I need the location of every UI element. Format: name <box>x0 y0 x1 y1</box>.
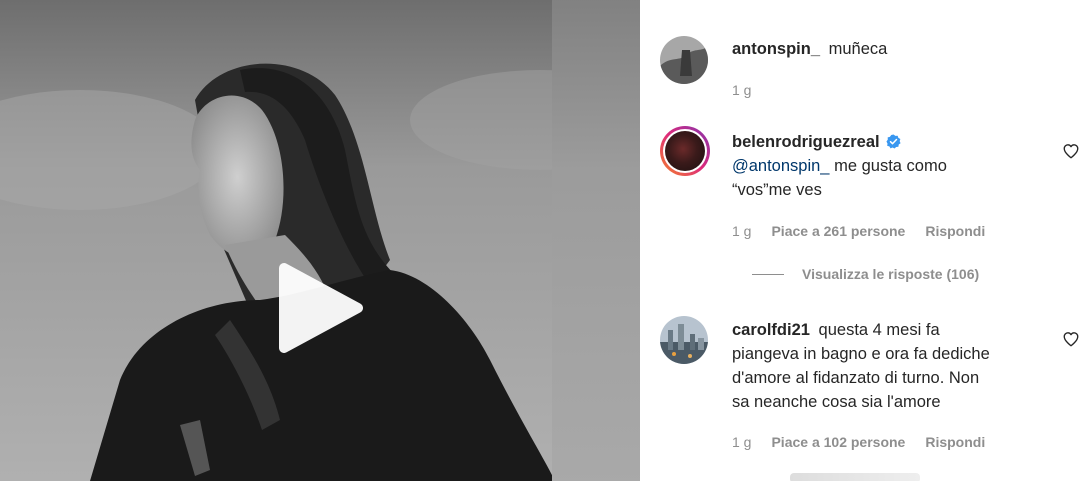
comments-list: antonspin_ muñeca 1 g belenrodriguezreal… <box>640 0 1080 481</box>
comment-body-line: d'amore al fidanzato di turno. Non <box>732 369 980 387</box>
comment-text: antonspin_ muñeca <box>732 37 1062 61</box>
heart-outline-icon[interactable] <box>1062 142 1080 160</box>
video-post-media[interactable] <box>0 0 640 481</box>
replies-divider <box>752 273 784 275</box>
next-comment-cutoff <box>790 473 920 481</box>
comment-username[interactable]: antonspin_ <box>732 40 820 58</box>
comment-time[interactable]: 1 g <box>732 434 751 450</box>
comment-likes[interactable]: Piace a 261 persone <box>771 223 905 239</box>
comment-body-line: piangeva in bagno e ora fa dediche <box>732 345 990 363</box>
heart-outline-icon[interactable] <box>1062 330 1080 348</box>
comment-text: belenrodriguezreal @antonspin_ me gusta … <box>732 130 1062 202</box>
comment-text: carolfdi21 questa 4 mesi fa piangeva in … <box>732 318 1062 414</box>
avatar[interactable] <box>660 126 710 176</box>
comment-body-line: sa neanche cosa sia l'amore <box>732 393 941 411</box>
comment-meta: 1 g <box>732 82 771 98</box>
comment-username[interactable]: belenrodriguezreal <box>732 133 880 151</box>
comment-time[interactable]: 1 g <box>732 82 751 98</box>
comment-body-line: questa 4 mesi fa <box>818 321 940 339</box>
avatar[interactable] <box>660 36 708 84</box>
comment-body-line: “vos”me ves <box>732 181 822 199</box>
comment-body-line: me gusta como <box>834 157 947 175</box>
comment-meta: 1 g Piace a 102 persone Rispondi <box>732 434 1005 450</box>
comment-time[interactable]: 1 g <box>732 223 751 239</box>
comment-mention[interactable]: @antonspin_ <box>732 157 830 175</box>
play-icon[interactable] <box>270 262 366 354</box>
verified-badge-icon <box>886 134 901 149</box>
reply-button[interactable]: Rispondi <box>925 434 985 450</box>
view-replies-button[interactable]: Visualizza le risposte (106) <box>752 266 979 282</box>
comment-username[interactable]: carolfdi21 <box>732 321 810 339</box>
view-replies-label: Visualizza le risposte (106) <box>802 266 980 282</box>
comment-body: muñeca <box>828 40 888 58</box>
reply-button[interactable]: Rispondi <box>925 223 985 239</box>
post-photo <box>0 0 640 481</box>
avatar[interactable] <box>660 316 708 364</box>
comment-likes[interactable]: Piace a 102 persone <box>771 434 905 450</box>
comment-meta: 1 g Piace a 261 persone Rispondi <box>732 223 1005 239</box>
